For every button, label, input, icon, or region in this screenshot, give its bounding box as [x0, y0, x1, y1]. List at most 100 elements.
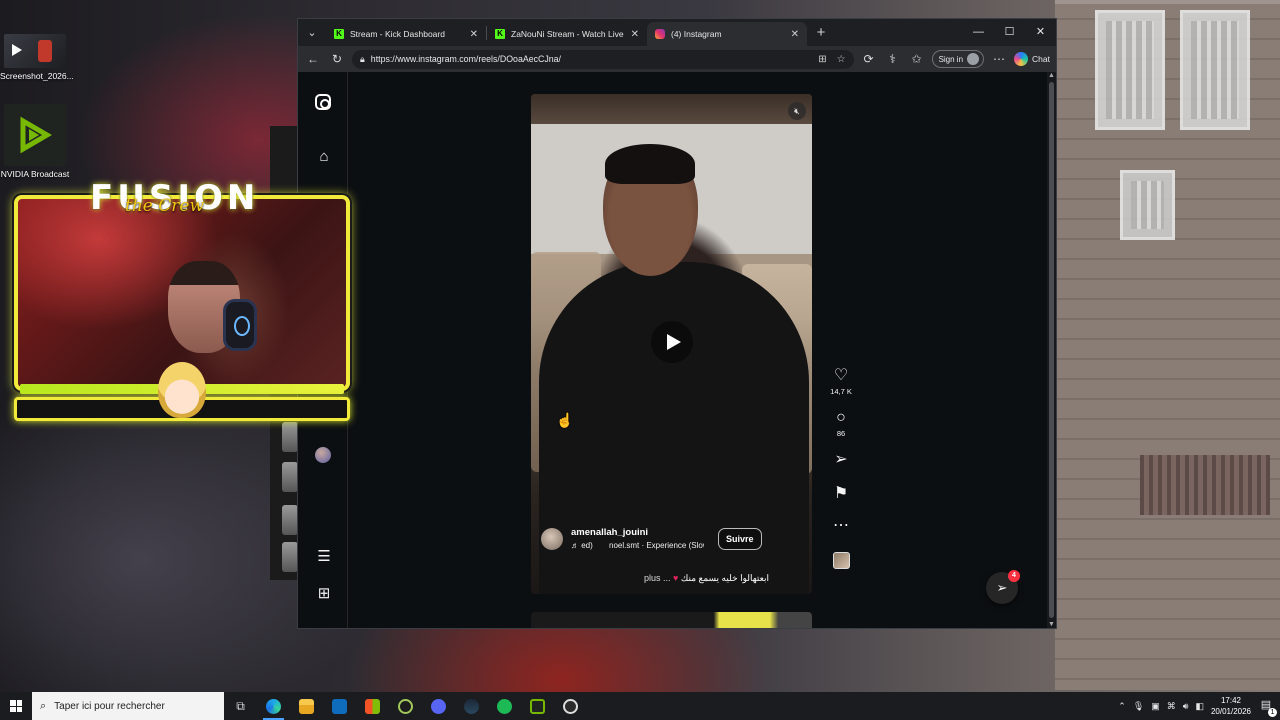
taskbar: ⌕ Taper ici pour rechercher ⧉ ⌃ 🎙︎ ▣ ⌘ 🔊… [0, 692, 1280, 720]
wallpaper-building [1055, 0, 1280, 690]
mute-speaker-icon[interactable]: 🔇︎ [788, 102, 806, 120]
browser-essentials-icon[interactable]: ⚕ [884, 52, 902, 66]
taskbar-nvidia-broadcast-icon[interactable] [521, 692, 554, 720]
share-button[interactable]: ➢ [826, 451, 856, 469]
heart-emoji-icon: ♥ [673, 573, 679, 583]
taskbar-spotify-icon[interactable] [488, 692, 521, 720]
browser-window: ⌄ K Stream - Kick Dashboard ✕ K ZaNouNi … [297, 18, 1057, 629]
more-options-icon[interactable]: ⋯ [990, 52, 1008, 66]
scroll-down-icon[interactable]: ▼ [1048, 621, 1055, 628]
reel-audio-track[interactable]: noel.smt · Experience (Slowed) [609, 541, 704, 550]
taskbar-steam-icon[interactable] [455, 692, 488, 720]
paper-plane-icon: ➢ [996, 580, 1008, 595]
scroll-thumb[interactable] [1049, 82, 1054, 618]
apps-grid-icon[interactable]: ⊞ [315, 585, 333, 603]
bookmark-icon: ⚑ [833, 485, 849, 502]
back-arrow-icon[interactable]: ← [304, 52, 322, 66]
task-view-icon[interactable]: ⧉ [224, 692, 257, 720]
sign-in-button[interactable]: Sign in [931, 50, 985, 68]
background-thumbnail [282, 422, 298, 452]
taskbar-clock[interactable]: 17:42 20/01/2026 [1211, 695, 1251, 717]
play-icon[interactable] [651, 321, 693, 363]
tray-chevron-icon[interactable]: ⌃ [1118, 701, 1126, 712]
copilot-chat-button[interactable]: Chat [1014, 52, 1050, 66]
follow-button[interactable]: Suivre [718, 528, 762, 550]
hand-cursor-icon: ☝ [556, 412, 574, 428]
instagram-icon [655, 29, 665, 39]
video-thumbnail-icon [4, 34, 66, 68]
maximize-icon[interactable]: ☐ [994, 19, 1025, 46]
like-button[interactable]: ♡ 14,7 K [826, 367, 856, 396]
home-icon[interactable]: ⌂ [315, 148, 333, 166]
messages-button[interactable]: ➢ 4 [986, 570, 1020, 604]
desktop-icon-screenshot[interactable]: Screenshot_2026... [0, 34, 74, 81]
tab-title: ZaNouNi Stream - Watch Live on Kick [511, 29, 625, 39]
clock-time: 17:42 [1220, 696, 1241, 705]
messages-badge: 4 [1008, 570, 1020, 582]
caption-more-link[interactable]: plus ... [644, 573, 671, 583]
taskbar-discord-icon[interactable] [422, 692, 455, 720]
desktop-icon-label: Screenshot_2026... [0, 71, 74, 81]
hamburger-menu-icon[interactable]: ☰ [315, 548, 333, 566]
paper-plane-icon: ➢ [834, 451, 848, 468]
clock-date: 20/01/2026 [1210, 707, 1251, 716]
taskbar-outlook-icon[interactable] [323, 692, 356, 720]
sign-in-label: Sign in [938, 54, 964, 64]
tray-network-icon[interactable]: ⌘ [1167, 701, 1176, 712]
page-scrollbar[interactable]: ▲ ▼ [1047, 72, 1056, 628]
close-tab-icon[interactable]: ✕ [470, 29, 478, 40]
split-screen-icon[interactable]: ⊞ [818, 54, 826, 65]
video-person-hair [605, 144, 695, 184]
building-grate [1140, 455, 1270, 515]
minimize-icon[interactable]: — [963, 19, 994, 46]
save-button[interactable]: ⚑ [826, 485, 856, 503]
profile-avatar-icon [967, 53, 980, 65]
comment-button[interactable]: ○ 86 [826, 409, 856, 438]
refresh-icon[interactable]: ↻ [328, 52, 346, 66]
desktop-icon-nvidia-broadcast[interactable]: NVIDIA Broadcast [0, 104, 70, 179]
reel-username[interactable]: amenallah_jouini [571, 527, 648, 538]
reel-author-avatar[interactable] [541, 528, 563, 550]
close-window-icon[interactable]: ✕ [1025, 19, 1056, 46]
close-tab-icon[interactable]: ✕ [791, 29, 799, 40]
tab-instagram[interactable]: (4) Instagram ✕ [647, 22, 807, 46]
taskbar-xbox-icon[interactable] [389, 692, 422, 720]
ellipsis-icon: ⋯ [833, 517, 849, 534]
reel-info: amenallah_jouini ♬ ed) noel.smt · Experi… [541, 524, 803, 564]
start-button[interactable] [0, 692, 32, 720]
building-window [1180, 10, 1250, 130]
windows-logo-icon [10, 700, 22, 712]
site-info-lock-icon[interactable]: 🔒︎ [360, 54, 365, 65]
taskbar-obs-icon[interactable] [554, 692, 587, 720]
volume-icon[interactable]: 🔊︎ [1183, 701, 1189, 712]
url-field[interactable]: 🔒︎ https://www.instagram.com/reels/DOoaA… [352, 49, 854, 69]
close-tab-icon[interactable]: ✕ [631, 29, 639, 40]
comment-count: 86 [836, 429, 846, 438]
tray-app-icon[interactable]: ▣ [1151, 701, 1160, 712]
tab-kick-stream[interactable]: K ZaNouNi Stream - Watch Live on Kick ✕ [487, 22, 647, 46]
profile-avatar[interactable] [315, 447, 333, 465]
microphone-icon[interactable]: 🎙︎ [1133, 701, 1144, 712]
headset-icon [223, 299, 257, 351]
tab-kick-dashboard[interactable]: K Stream - Kick Dashboard ✕ [326, 22, 486, 46]
new-tab-plus-icon[interactable]: + [807, 19, 835, 46]
notification-count: 1 [1268, 708, 1277, 717]
favorite-star-icon[interactable]: ☆ [837, 54, 846, 65]
taskbar-file-explorer-icon[interactable] [290, 692, 323, 720]
audio-thumbnail-button[interactable] [826, 552, 856, 569]
taskbar-edge-icon[interactable] [257, 692, 290, 720]
scroll-up-icon[interactable]: ▲ [1048, 72, 1055, 79]
tray-extra-icon[interactable]: ◧ [1195, 701, 1204, 712]
next-reel-preview[interactable] [531, 612, 812, 628]
notification-icon[interactable]: ▤ 1 [1258, 698, 1277, 717]
extensions-icon[interactable]: ⟳ [860, 52, 878, 66]
chat-label: Chat [1032, 54, 1050, 64]
reel-video[interactable]: 🔇︎ amenallah_jouini ♬ ed) noel.smt · Exp… [531, 94, 812, 594]
favorites-icon[interactable]: ✩ [908, 52, 926, 66]
instagram-logo-icon[interactable] [315, 94, 333, 112]
building-ac-unit [1120, 170, 1175, 240]
tab-actions-chevron-icon[interactable]: ⌄ [298, 19, 326, 46]
taskbar-store-icon[interactable] [356, 692, 389, 720]
taskbar-search[interactable]: ⌕ Taper ici pour rechercher [32, 692, 224, 720]
more-button[interactable]: ⋯ [826, 517, 856, 535]
